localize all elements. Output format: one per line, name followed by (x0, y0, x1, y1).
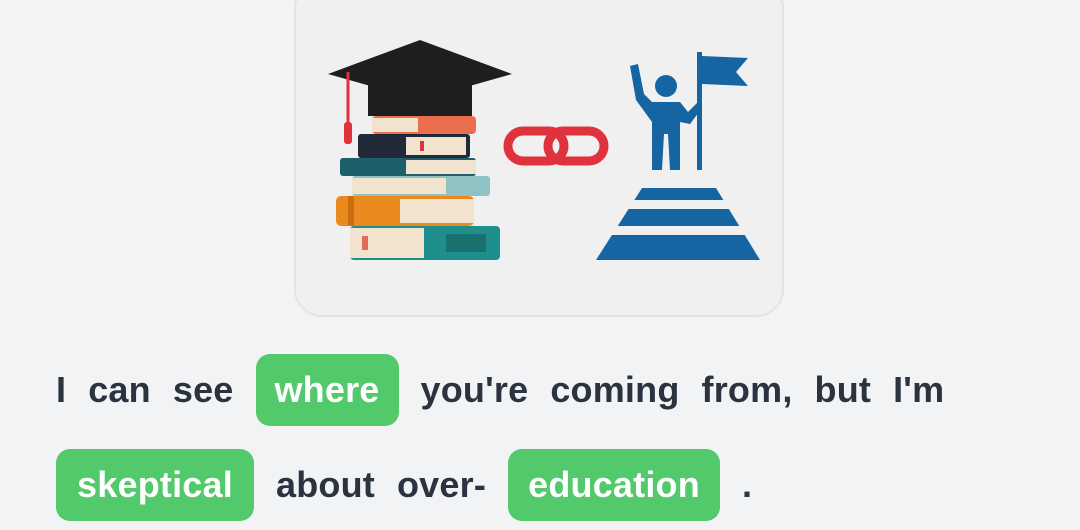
illustration-card (294, 0, 784, 317)
sentence-word: about (276, 464, 375, 505)
sentence-line-1: I can see where you're coming from, but … (56, 354, 966, 426)
sentence-word: coming (550, 369, 680, 410)
illustration (328, 40, 760, 260)
sentence-word: see (172, 369, 234, 410)
sentence-line-2: skeptical about over- education . (56, 449, 774, 521)
word-chip-where[interactable]: where (255, 354, 399, 426)
word-chip-education[interactable]: education (508, 449, 721, 521)
sentence-word: from, (701, 369, 793, 410)
exercise-screen: I can see where you're coming from, but … (0, 0, 1080, 530)
sentence-word: you're (420, 369, 529, 410)
word-chip-skeptical[interactable]: skeptical (56, 449, 254, 521)
sentence-word: can (88, 369, 151, 410)
sentence-word: but (814, 369, 872, 410)
graduation-cap-books-icon (328, 40, 512, 260)
sentence-word: I'm (893, 369, 945, 410)
sentence-period: . (742, 464, 753, 505)
chain-link-icon (503, 126, 609, 166)
sentence-word: I (56, 369, 67, 410)
person-flag-summit-icon (596, 52, 760, 260)
sentence-word: over- (396, 464, 487, 505)
